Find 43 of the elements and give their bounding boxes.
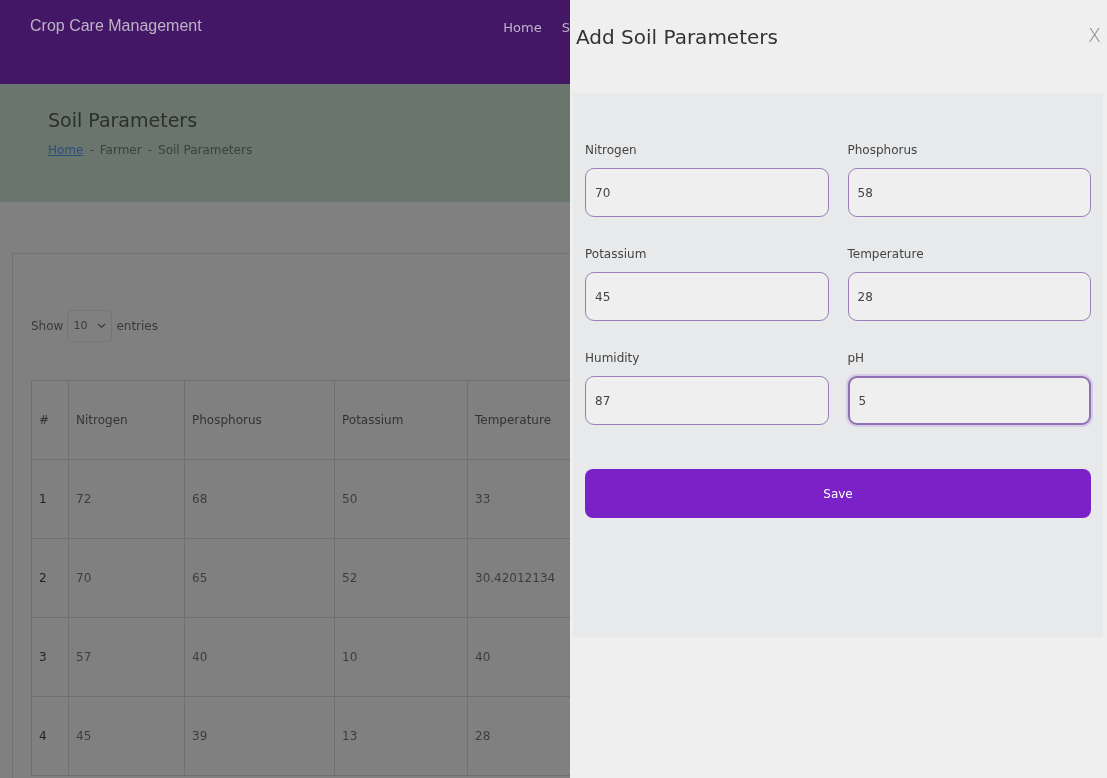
column-header: Nitrogen (68, 380, 185, 460)
table-cell: 45 (68, 696, 185, 776)
table-cell: 68 (184, 459, 335, 539)
table-cell: 2 (31, 538, 69, 618)
field-label: Phosphorus (847, 142, 919, 159)
column-header: Phosphorus (184, 380, 335, 460)
chevron-down-icon (97, 323, 107, 329)
page-title: Soil Parameters (48, 108, 199, 133)
nav-link[interactable]: S (561, 18, 570, 38)
input-field[interactable]: 70 (585, 168, 829, 217)
table-cell: 40 (184, 617, 335, 697)
field-label: Temperature (847, 246, 925, 263)
table-cell: 10 (334, 617, 468, 697)
input-field[interactable]: 5 (847, 376, 1091, 425)
input-field[interactable]: 28 (847, 272, 1091, 321)
drawer-title: Add Soil Parameters (576, 24, 778, 51)
table-cell: 72 (68, 459, 185, 539)
breadcrumb-separator: - (147, 141, 152, 159)
table-cell: 57 (68, 617, 185, 697)
breadcrumb-separator: - (89, 141, 94, 159)
table-cell: 3 (31, 617, 69, 697)
input-field[interactable]: 58 (847, 168, 1091, 217)
entries-label: entries (116, 318, 158, 335)
field-label: Humidity (585, 350, 641, 367)
table-cell: 39 (184, 696, 335, 776)
save-button[interactable]: Save (585, 469, 1091, 518)
table-cell: 50 (334, 459, 468, 539)
show-label: Show (31, 318, 64, 335)
table-cell: 1 (31, 459, 69, 539)
table-cell: 52 (334, 538, 468, 618)
field-label: pH (847, 350, 866, 367)
field-label: Potassium (585, 246, 648, 263)
column-header: Potassium (334, 380, 468, 460)
column-header: # (31, 380, 69, 460)
field-label: Nitrogen (585, 142, 638, 159)
brand-title: Crop Care Management (30, 16, 202, 36)
nav-link[interactable]: Home (503, 18, 542, 38)
table-cell: 13 (334, 696, 468, 776)
input-field[interactable]: 45 (585, 272, 829, 321)
input-field[interactable]: 87 (585, 376, 829, 425)
table-cell: 70 (68, 538, 185, 618)
table-cell: 65 (184, 538, 335, 618)
table-cell: 4 (31, 696, 69, 776)
